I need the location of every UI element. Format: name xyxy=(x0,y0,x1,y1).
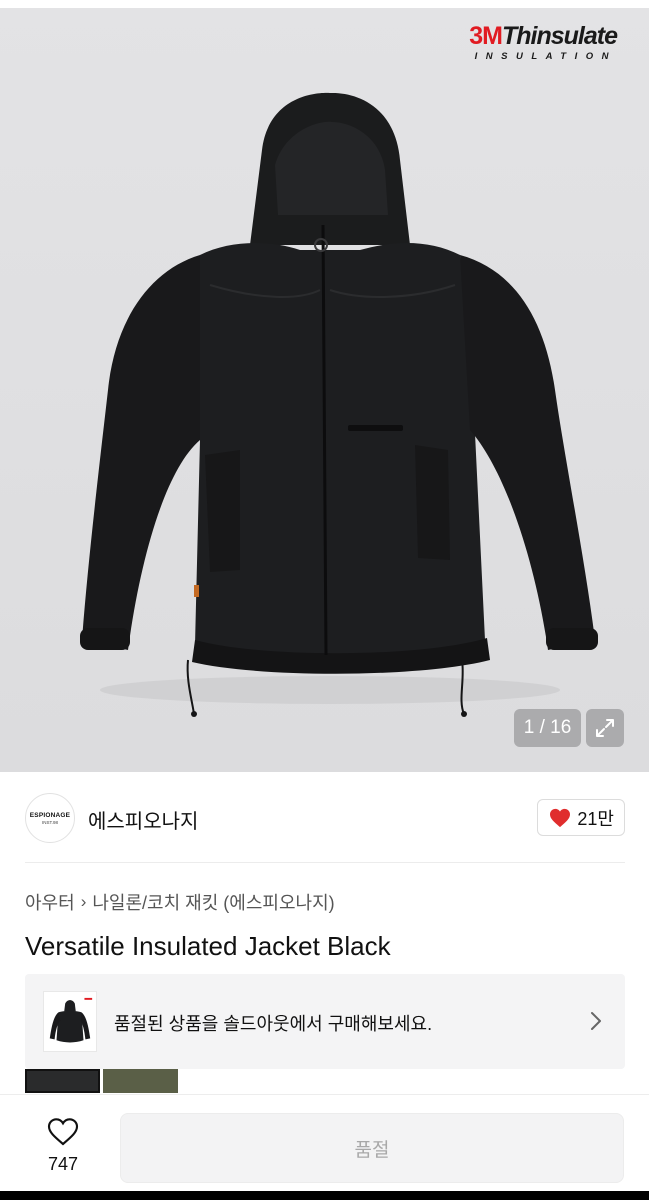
color-options xyxy=(25,1069,178,1093)
product-image-gallery[interactable]: 3MThinsulate INSULATION 1 / 16 xyxy=(0,0,649,772)
logo-insulation-text: INSULATION xyxy=(474,51,617,62)
wishlist-button[interactable]: 747 xyxy=(28,1117,98,1175)
seller-row[interactable]: ESPIONAGE INST.98 에스피오나지 21만 xyxy=(25,793,625,843)
breadcrumb-item-outer[interactable]: 아우터 xyxy=(25,889,75,915)
bottom-action-bar: 747 품절 xyxy=(0,1094,649,1200)
breadcrumb-item-category[interactable]: 나일론/코치 재킷 (에스피오나지) xyxy=(92,889,334,915)
heart-filled-icon xyxy=(550,808,571,827)
logo-thinsulate-text: Thinsulate xyxy=(501,22,618,50)
seller-name[interactable]: 에스피오나지 xyxy=(88,805,198,834)
expand-button[interactable] xyxy=(586,709,624,747)
soldout-button[interactable]: 품절 xyxy=(120,1113,624,1183)
banner-product-thumbnail xyxy=(43,991,97,1052)
wishlist-count: 747 xyxy=(47,1154,79,1174)
product-title: Versatile Insulated Jacket Black xyxy=(25,931,391,961)
soldout-banner[interactable]: 품절된 상품을 솔드아웃에서 구매해보세요. xyxy=(25,974,625,1069)
product-image-jacket xyxy=(80,92,598,717)
brand-like-button[interactable]: 21만 xyxy=(537,799,625,836)
logo-3m-text: 3M xyxy=(469,22,503,50)
chevron-right-icon: › xyxy=(80,892,87,911)
avatar-sub-text: INST.98 xyxy=(41,819,58,825)
chevron-right-icon xyxy=(591,1012,601,1030)
expand-icon xyxy=(596,719,614,737)
color-option-olive[interactable] xyxy=(103,1069,178,1093)
seller-avatar[interactable]: ESPIONAGE INST.98 xyxy=(25,793,75,843)
thinsulate-logo: 3MThinsulate INSULATION xyxy=(469,22,618,62)
heart-outline-icon xyxy=(47,1118,79,1146)
breadcrumb: 아우터 › 나일론/코치 재킷 (에스피오나지) xyxy=(25,889,335,915)
brand-like-count: 21만 xyxy=(577,808,614,829)
avatar-brand-text: ESPIONAGE xyxy=(29,811,71,819)
divider xyxy=(25,862,625,863)
color-option-black[interactable] xyxy=(25,1069,100,1093)
soldout-banner-text: 품절된 상품을 솔드아웃에서 구매해보세요. xyxy=(114,1014,433,1034)
bottom-edge xyxy=(0,1191,649,1200)
image-counter: 1 / 16 xyxy=(514,709,581,747)
